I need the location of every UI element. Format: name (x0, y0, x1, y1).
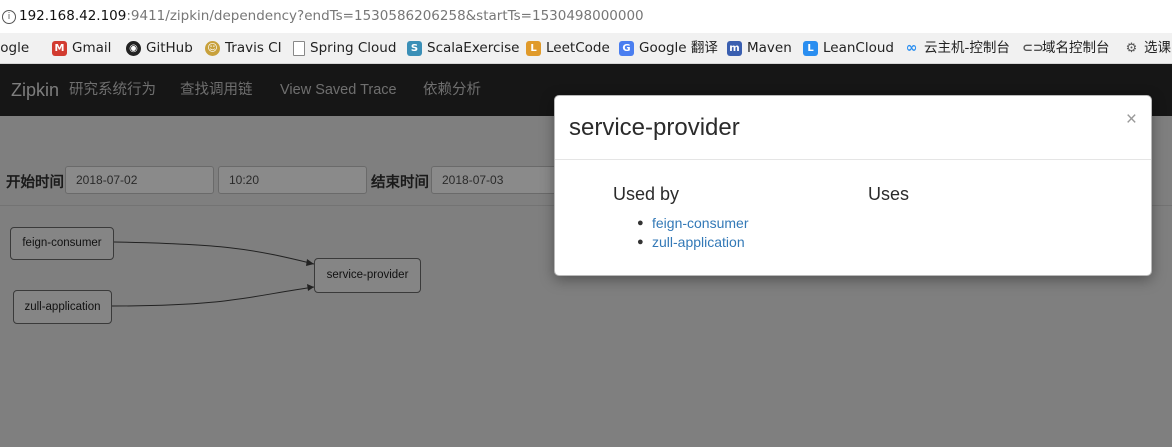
modal-divider (555, 159, 1151, 160)
uses-header: Uses (868, 184, 910, 204)
service-link-zull-application[interactable]: zull-application (652, 234, 745, 250)
service-detail-modal: service-provider × Used by Uses ● feign-c… (554, 95, 1152, 276)
edge-zull-to-provider (111, 286, 315, 307)
used-by-header: Used by (613, 184, 680, 204)
close-icon[interactable]: × (1126, 109, 1137, 131)
arrowhead (307, 284, 314, 291)
modal-title: service-provider (569, 114, 740, 141)
service-link-feign-consumer[interactable]: feign-consumer (652, 215, 749, 231)
list-item: ● zull-application (637, 234, 745, 250)
graph-node-service-provider[interactable]: service-provider (314, 258, 421, 293)
arrowhead (306, 259, 314, 266)
used-by-list: ● feign-consumer ● zull-application (637, 214, 749, 252)
edge-feign-to-provider (113, 241, 315, 265)
graph-node-feign-consumer[interactable]: feign-consumer (10, 227, 114, 260)
graph-node-zull-application[interactable]: zull-application (13, 290, 112, 324)
list-item: ● feign-consumer (637, 215, 749, 231)
